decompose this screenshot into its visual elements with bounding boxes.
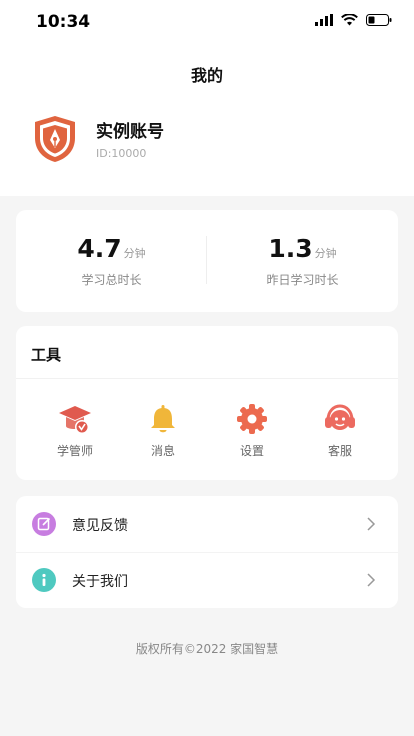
status-time: 10:34 xyxy=(36,12,91,32)
headset-icon xyxy=(325,404,355,430)
stat-unit: 分钟 xyxy=(314,247,337,260)
menu-label: 意见反馈 xyxy=(72,518,128,534)
stat-value-row: 1.3 分钟 xyxy=(207,234,398,263)
chevron-right-icon xyxy=(367,517,376,531)
battery-icon xyxy=(366,14,392,26)
menu-label: 关于我们 xyxy=(72,574,128,590)
tool-label: 客服 xyxy=(327,444,352,458)
stat-unit: 分钟 xyxy=(123,247,146,260)
gear-icon xyxy=(237,404,267,434)
tool-label: 消息 xyxy=(150,444,175,458)
stat-label: 昨日学习时长 xyxy=(266,273,339,287)
stat-value-row: 4.7 分钟 xyxy=(16,234,207,263)
tool-settings[interactable]: 设置 xyxy=(217,402,287,459)
info-icon xyxy=(32,568,56,592)
stat-value: 1.3 xyxy=(268,234,313,263)
user-id: ID:10000 xyxy=(96,147,146,160)
stat-label: 学习总时长 xyxy=(81,273,142,287)
tools-card: 工具 学管师 消息 设置 客服 xyxy=(16,326,398,480)
bell-icon xyxy=(151,405,175,433)
avatar[interactable] xyxy=(32,114,78,164)
user-id-prefix: ID: xyxy=(96,147,112,160)
chevron-right-icon xyxy=(367,573,376,587)
user-id-value: 10000 xyxy=(111,147,147,160)
username: 实例账号 xyxy=(96,122,164,142)
menu-item-feedback[interactable]: 意见反馈 xyxy=(16,496,398,553)
stat-total-time[interactable]: 4.7 分钟 学习总时长 xyxy=(16,210,207,312)
tools-divider xyxy=(16,378,398,379)
stats-card: 4.7 分钟 学习总时长 1.3 分钟 昨日学习时长 xyxy=(16,210,398,312)
signal-icon xyxy=(315,14,333,26)
page-title: 我的 xyxy=(190,66,223,85)
tool-messages[interactable]: 消息 xyxy=(128,402,198,459)
graduation-cap-icon xyxy=(59,406,91,434)
edit-icon xyxy=(32,512,56,536)
status-bar: 10:34 xyxy=(0,0,414,44)
menu-card: 意见反馈 关于我们 xyxy=(16,496,398,608)
wifi-icon xyxy=(341,14,358,26)
menu-item-about-us[interactable]: 关于我们 xyxy=(16,552,398,608)
header-area: 10:34 我的 实例账号 ID:10000 xyxy=(0,0,414,196)
copyright-text: 版权所有©2022 家国智慧 xyxy=(135,642,279,656)
tool-label: 学管师 xyxy=(56,444,93,458)
tool-customer-service[interactable]: 客服 xyxy=(305,402,375,459)
tool-label: 设置 xyxy=(239,444,264,458)
stat-value: 4.7 xyxy=(77,234,122,263)
stat-yesterday-time[interactable]: 1.3 分钟 昨日学习时长 xyxy=(207,210,398,312)
tools-title: 工具 xyxy=(31,346,62,364)
tool-learning-manager[interactable]: 学管师 xyxy=(40,402,110,459)
status-icons xyxy=(315,14,392,26)
